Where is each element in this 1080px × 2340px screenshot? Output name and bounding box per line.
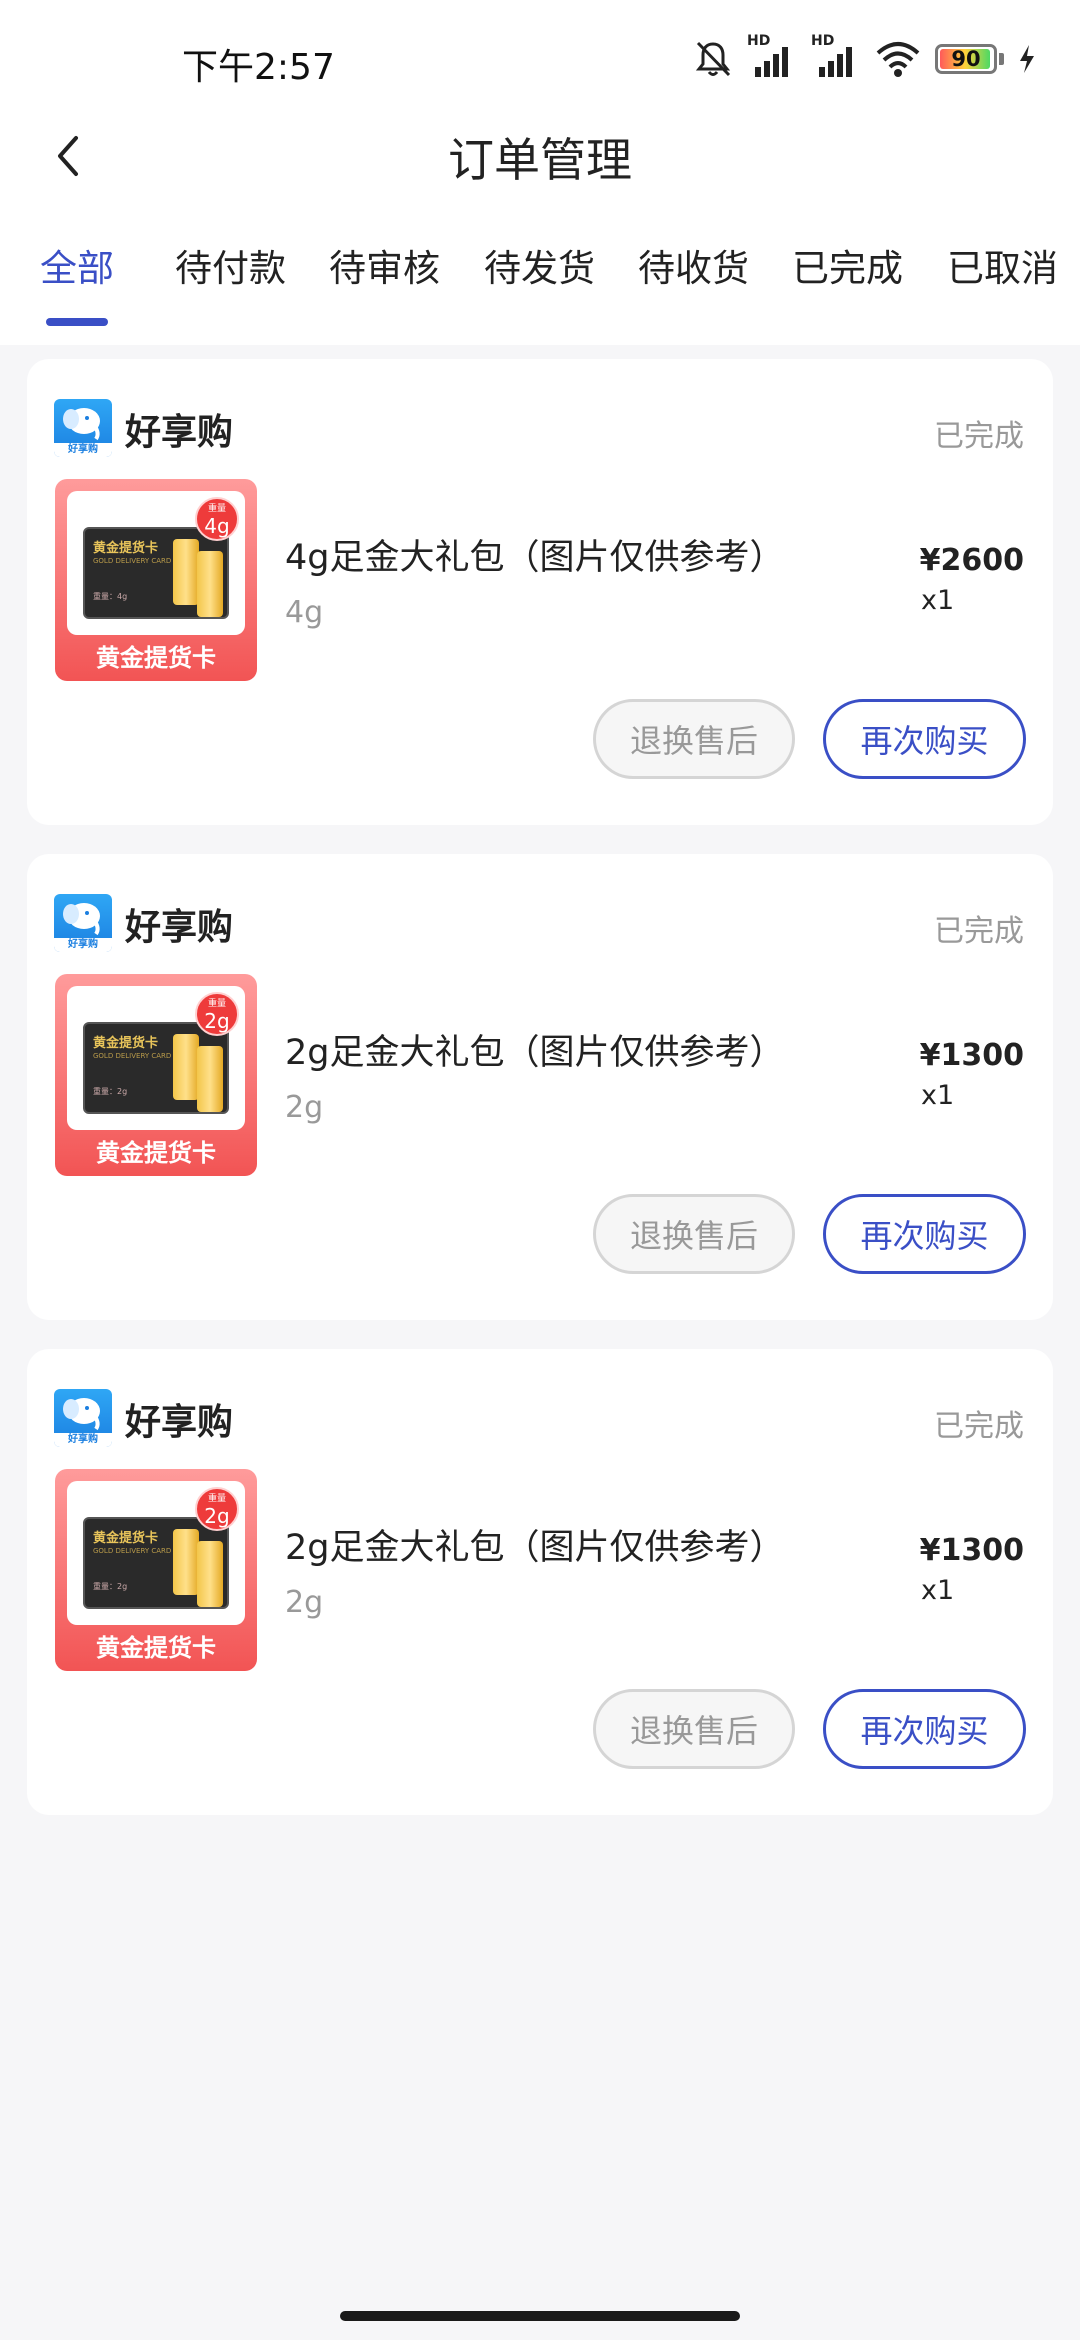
product-image-inner: 黄金提货卡 GOLD DELIVERY CARD 重量：4g 重量 4g — [67, 491, 245, 635]
product-title[interactable]: 2g足金大礼包（图片仅供参考） — [285, 1519, 785, 1570]
elephant-icon — [63, 903, 100, 936]
gold-card-subtitle: GOLD DELIVERY CARD — [93, 1547, 172, 1555]
shop-logo: 好享购 — [54, 399, 112, 457]
product-image-label: 黄金提货卡 — [96, 1634, 216, 1662]
gold-card-title: 黄金提货卡 — [93, 1036, 159, 1051]
product-spec: 2g — [285, 1090, 324, 1125]
gold-bar-graphic — [173, 1529, 199, 1595]
order-status: 已完成 — [934, 1409, 1024, 1444]
gold-bar-graphic — [197, 1046, 223, 1112]
order-status: 已完成 — [934, 914, 1024, 949]
aftersale-button[interactable]: 退换售后 — [593, 1689, 795, 1769]
home-indicator[interactable] — [340, 2311, 740, 2321]
signal-icon: HD — [747, 33, 797, 81]
gold-card-graphic: 黄金提货卡 GOLD DELIVERY CARD 重量：2g — [83, 1022, 229, 1114]
signal-icon: HD — [811, 33, 861, 81]
battery-level: 90 — [951, 47, 981, 71]
status-time: 下午2:57 — [182, 47, 335, 88]
gold-bar-graphic — [173, 1034, 199, 1100]
product-spec: 2g — [285, 1585, 324, 1620]
gold-bar-graphic — [197, 1541, 223, 1607]
tab-all[interactable]: 全部 — [40, 238, 114, 292]
shop-logo-label: 好享购 — [54, 443, 112, 457]
shop-logo-label: 好享购 — [54, 1433, 112, 1447]
mute-bell-icon — [693, 39, 733, 79]
elephant-icon — [63, 408, 100, 441]
tab-cancelled[interactable]: 已取消 — [947, 238, 1058, 292]
aftersale-button[interactable]: 退换售后 — [593, 699, 795, 779]
product-image-label: 黄金提货卡 — [96, 1139, 216, 1167]
order-tabs: 全部 待付款 待审核 待发货 待收货 已完成 已取消 — [0, 238, 1080, 338]
wifi-icon — [875, 39, 921, 79]
shop-logo-label: 好享购 — [54, 938, 112, 952]
tab-completed[interactable]: 已完成 — [792, 238, 903, 292]
order-card[interactable]: 好享购 好享购 已完成 黄金提货卡 GOLD DELIVERY CARD 重量：… — [27, 854, 1053, 1320]
tab-pending-review[interactable]: 待审核 — [329, 238, 440, 292]
elephant-icon — [63, 1398, 100, 1431]
gold-bar-graphic — [173, 539, 199, 605]
product-image-inner: 黄金提货卡 GOLD DELIVERY CARD 重量：2g 重量 2g — [67, 1481, 245, 1625]
product-price: ¥1300 — [919, 1038, 1024, 1073]
gold-card-graphic: 黄金提货卡 GOLD DELIVERY CARD 重量：2g — [83, 1517, 229, 1609]
weight-badge-value: 2g — [204, 1504, 230, 1528]
shop-name[interactable]: 好享购 — [125, 403, 233, 455]
gold-card-title: 黄金提货卡 — [93, 1531, 159, 1546]
product-price: ¥1300 — [919, 1533, 1024, 1568]
rebuy-button[interactable]: 再次购买 — [823, 1689, 1026, 1769]
charging-icon — [1018, 44, 1036, 74]
weight-badge: 重量 2g — [195, 992, 239, 1036]
tab-pending-shipment[interactable]: 待发货 — [484, 238, 595, 292]
tab-active-indicator — [46, 318, 108, 326]
shop-name[interactable]: 好享购 — [125, 1393, 233, 1445]
weight-badge: 重量 4g — [195, 497, 239, 541]
shop-logo: 好享购 — [54, 1389, 112, 1447]
aftersale-button[interactable]: 退换售后 — [593, 1194, 795, 1274]
weight-badge-value: 4g — [204, 514, 230, 538]
product-title[interactable]: 2g足金大礼包（图片仅供参考） — [285, 1024, 785, 1075]
product-image[interactable]: 黄金提货卡 GOLD DELIVERY CARD 重量：4g 重量 4g 黄金提… — [55, 479, 257, 681]
order-card[interactable]: 好享购 好享购 已完成 黄金提货卡 GOLD DELIVERY CARD 重量：… — [27, 1349, 1053, 1815]
product-quantity: x1 — [921, 1080, 955, 1111]
product-image[interactable]: 黄金提货卡 GOLD DELIVERY CARD 重量：2g 重量 2g 黄金提… — [55, 1469, 257, 1671]
order-status: 已完成 — [934, 419, 1024, 454]
battery-icon: 90 — [935, 44, 997, 74]
gold-bar-graphic — [197, 551, 223, 617]
gold-card-subtitle: GOLD DELIVERY CARD — [93, 557, 172, 565]
product-quantity: x1 — [921, 1575, 955, 1606]
weight-badge: 重量 2g — [195, 1487, 239, 1531]
product-image[interactable]: 黄金提货卡 GOLD DELIVERY CARD 重量：2g 重量 2g 黄金提… — [55, 974, 257, 1176]
shop-name[interactable]: 好享购 — [125, 898, 233, 950]
product-spec: 4g — [285, 595, 324, 630]
status-icons: HD HD 90 — [693, 33, 1036, 82]
page-title: 订单管理 — [448, 133, 632, 187]
product-title[interactable]: 4g足金大礼包（图片仅供参考） — [285, 529, 785, 580]
shop-logo: 好享购 — [54, 894, 112, 952]
gold-card-title: 黄金提货卡 — [93, 541, 159, 556]
status-bar: 下午2:57 HD HD 90 — [0, 0, 1080, 120]
tab-pending-receipt[interactable]: 待收货 — [638, 238, 749, 292]
product-quantity: x1 — [921, 585, 955, 616]
rebuy-button[interactable]: 再次购买 — [823, 1194, 1026, 1274]
weight-badge-value: 2g — [204, 1009, 230, 1033]
product-image-label: 黄金提货卡 — [96, 644, 216, 672]
battery-cap — [999, 53, 1004, 65]
product-image-inner: 黄金提货卡 GOLD DELIVERY CARD 重量：2g 重量 2g — [67, 986, 245, 1130]
product-price: ¥2600 — [919, 543, 1024, 578]
tab-pending-payment[interactable]: 待付款 — [175, 238, 286, 292]
gold-card-weight: 重量：2g — [93, 1582, 128, 1591]
order-card[interactable]: 好享购 好享购 已完成 黄金提货卡 GOLD DELIVERY CARD 重量：… — [27, 359, 1053, 825]
gold-card-subtitle: GOLD DELIVERY CARD — [93, 1052, 172, 1060]
header: 订单管理 — [0, 118, 1080, 198]
gold-card-weight: 重量：2g — [93, 1087, 128, 1096]
rebuy-button[interactable]: 再次购买 — [823, 699, 1026, 779]
gold-card-graphic: 黄金提货卡 GOLD DELIVERY CARD 重量：4g — [83, 527, 229, 619]
gold-card-weight: 重量：4g — [93, 592, 128, 601]
